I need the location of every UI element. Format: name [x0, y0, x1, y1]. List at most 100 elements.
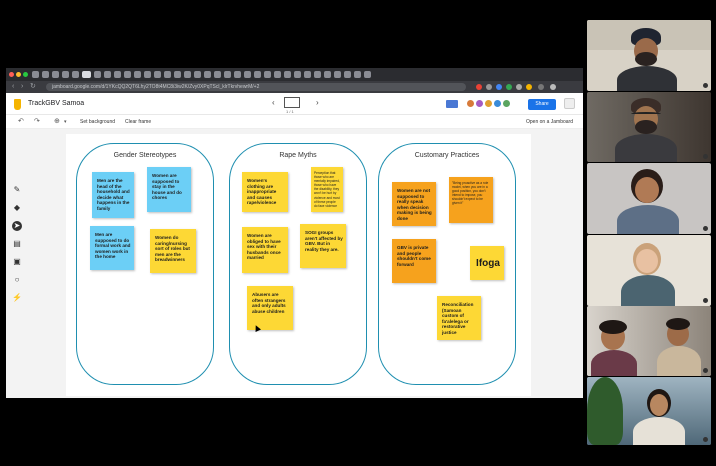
- sticky-note[interactable]: SOGI groups aren't affected by GBV. But …: [300, 224, 346, 268]
- document-title[interactable]: TrackGBV Samoa: [28, 100, 84, 107]
- avatar[interactable]: [502, 99, 511, 108]
- video-tile-participant-2[interactable]: [587, 92, 711, 162]
- sticky-note[interactable]: Men are the head of the household and de…: [92, 172, 134, 218]
- browser-tab[interactable]: [244, 71, 251, 78]
- eraser-icon[interactable]: ◆: [12, 203, 22, 213]
- laser-icon[interactable]: ⚡: [12, 293, 22, 303]
- video-tile-participant-4[interactable]: [587, 235, 711, 306]
- minimize-window-icon[interactable]: [16, 72, 21, 77]
- sticky-note[interactable]: Women are supposed to stay in the house …: [147, 167, 191, 212]
- browser-tab[interactable]: [364, 71, 371, 78]
- close-window-icon[interactable]: [9, 72, 14, 77]
- sticky-note[interactable]: GBV is private and people shouldn't come…: [392, 239, 436, 283]
- browser-tab[interactable]: [104, 71, 111, 78]
- tool-rail: ✎ ◆ ➤ ▤ ▣ ○ ⚡: [12, 185, 24, 325]
- next-frame-icon[interactable]: ›: [316, 98, 319, 107]
- browser-tab[interactable]: [204, 71, 211, 78]
- browser-tab[interactable]: [234, 71, 241, 78]
- sticky-note[interactable]: Abusers are often strangers and only adu…: [247, 286, 293, 330]
- undo-icon[interactable]: ↶: [18, 117, 24, 125]
- dropdown-icon[interactable]: ▾: [64, 119, 67, 125]
- browser-tab[interactable]: [324, 71, 331, 78]
- browser-tab[interactable]: [42, 71, 49, 78]
- sticky-note[interactable]: Women are not supposed to really speak w…: [392, 182, 436, 226]
- browser-tab[interactable]: [154, 71, 161, 78]
- share-button[interactable]: Share: [528, 99, 556, 110]
- browser-tab[interactable]: [32, 71, 39, 78]
- select-icon[interactable]: ➤: [12, 221, 22, 231]
- sticky-note[interactable]: Perception that those who are mentally i…: [311, 167, 343, 212]
- reload-icon[interactable]: ↻: [30, 82, 36, 92]
- jamboard-frame[interactable]: Gender Stereotypes Rape Myths Customary …: [66, 134, 531, 396]
- sticky-note[interactable]: Women do caring/nursing sort of roles bu…: [150, 229, 196, 273]
- sticky-note[interactable]: Men are supposed to do formal work and w…: [90, 226, 134, 270]
- circle-icon[interactable]: ○: [12, 275, 22, 285]
- jamboard-toolbar: ↶ ↷ ⊕ ▾ Set background Clear frame Open …: [6, 115, 583, 129]
- open-on-jamboard-button[interactable]: Open on a Jamboard: [526, 119, 573, 125]
- browser-tab[interactable]: [214, 71, 221, 78]
- avatar[interactable]: [466, 99, 475, 108]
- browser-tab[interactable]: [224, 71, 231, 78]
- image-icon[interactable]: ▣: [12, 257, 22, 267]
- zoom-icon[interactable]: ⊕: [54, 117, 60, 125]
- browser-tab[interactable]: [114, 71, 121, 78]
- present-icon[interactable]: [446, 100, 458, 108]
- previous-frame-icon[interactable]: ‹: [272, 98, 275, 107]
- avatar[interactable]: [493, 99, 502, 108]
- video-tile-participant-6[interactable]: [587, 377, 711, 445]
- extension-icon[interactable]: [516, 84, 522, 90]
- menu-icon[interactable]: [550, 84, 556, 90]
- browser-tab[interactable]: [144, 71, 151, 78]
- browser-tab[interactable]: [344, 71, 351, 78]
- browser-tab[interactable]: [354, 71, 361, 78]
- browser-tab[interactable]: [82, 71, 91, 78]
- pen-icon[interactable]: ✎: [12, 185, 22, 195]
- account-avatar[interactable]: [564, 98, 575, 109]
- browser-tab[interactable]: [124, 71, 131, 78]
- extension-icon[interactable]: [506, 84, 512, 90]
- extension-icon[interactable]: [476, 84, 482, 90]
- sticky-note[interactable]: Reconciliation (Samoan custom of fa'alel…: [437, 296, 481, 340]
- sticky-note[interactable]: Women's clothing are inappropriate and c…: [242, 172, 288, 212]
- video-tile-participant-3[interactable]: [587, 163, 711, 234]
- browser-tab[interactable]: [52, 71, 59, 78]
- browser-tab[interactable]: [304, 71, 311, 78]
- browser-tab[interactable]: [72, 71, 79, 78]
- tab-strip: [6, 68, 583, 81]
- avatar[interactable]: [484, 99, 493, 108]
- browser-tab[interactable]: [94, 71, 101, 78]
- extension-icon[interactable]: [526, 84, 532, 90]
- forward-icon[interactable]: ›: [21, 82, 23, 92]
- browser-tab[interactable]: [184, 71, 191, 78]
- url-field[interactable]: jamboard.google.com/d/1YKcQQ2QT6Lhy2TO8t…: [46, 83, 466, 91]
- browser-tab[interactable]: [294, 71, 301, 78]
- profile-icon[interactable]: [538, 84, 544, 90]
- mic-icon: [703, 83, 708, 88]
- browser-tab[interactable]: [284, 71, 291, 78]
- avatar[interactable]: [475, 99, 484, 108]
- back-icon[interactable]: ‹: [12, 82, 14, 92]
- sticky-note[interactable]: Ifoga: [470, 246, 504, 280]
- zoom-window-icon[interactable]: [23, 72, 28, 77]
- browser-tab[interactable]: [174, 71, 181, 78]
- extension-icon[interactable]: [486, 84, 492, 90]
- extension-icon[interactable]: [496, 84, 502, 90]
- set-background-button[interactable]: Set background: [80, 119, 115, 125]
- sticky-note-icon[interactable]: ▤: [12, 239, 22, 249]
- redo-icon[interactable]: ↷: [34, 117, 40, 125]
- browser-tab[interactable]: [274, 71, 281, 78]
- browser-tab[interactable]: [264, 71, 271, 78]
- browser-tab[interactable]: [334, 71, 341, 78]
- sticky-note[interactable]: "Being proactive as a role model, when y…: [449, 177, 493, 223]
- video-tile-participant-5[interactable]: [587, 306, 711, 376]
- browser-tab[interactable]: [314, 71, 321, 78]
- clear-frame-button[interactable]: Clear frame: [125, 119, 151, 125]
- sticky-note[interactable]: Women are obliged to have sex with their…: [242, 227, 288, 273]
- browser-tab[interactable]: [164, 71, 171, 78]
- browser-tab[interactable]: [194, 71, 201, 78]
- browser-tab[interactable]: [254, 71, 261, 78]
- frame-thumbnail[interactable]: [284, 97, 300, 108]
- browser-tab[interactable]: [134, 71, 141, 78]
- video-tile-participant-1[interactable]: [587, 20, 711, 91]
- browser-tab[interactable]: [62, 71, 69, 78]
